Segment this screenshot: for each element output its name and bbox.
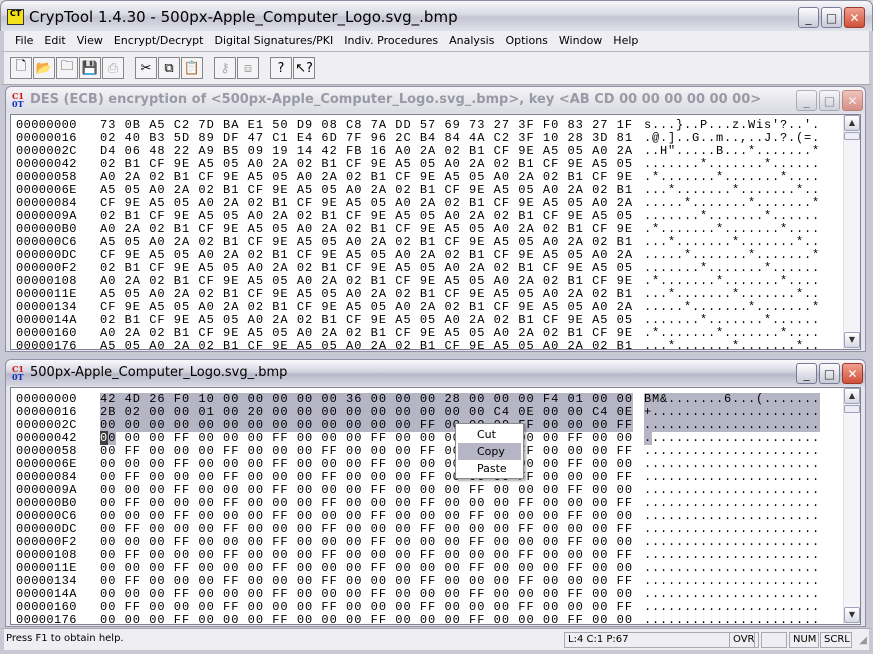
cryptool-app-icon: CT	[7, 9, 24, 25]
save-button[interactable]: 💾	[79, 57, 101, 79]
cut-button[interactable]: ✂	[135, 57, 157, 79]
help-button[interactable]: ?	[270, 57, 292, 79]
scroll-down-arrow-icon[interactable]: ▼	[844, 332, 860, 348]
key-icon: ⚷	[220, 60, 230, 76]
menu-help[interactable]: Help	[608, 31, 643, 51]
scroll-thumb[interactable]	[844, 405, 860, 413]
child-minimize-button[interactable]: _	[796, 90, 817, 111]
menu-bar: File Edit View Encrypt/Decrypt Digital Signa…	[0, 31, 873, 52]
close-button[interactable]: ✕	[844, 7, 865, 28]
row-ascii[interactable]: ......................	[644, 614, 820, 625]
status-caps	[761, 632, 787, 648]
minimize-button[interactable]: _	[798, 7, 819, 28]
child-close-button[interactable]: ✕	[842, 90, 863, 111]
help-icon: ?	[277, 60, 285, 76]
child-window-title: DES (ECB) encryption of <500px-Apple_Com…	[30, 92, 762, 107]
key-button[interactable]: ⚷	[214, 57, 236, 79]
child-close-button[interactable]: ✕	[842, 363, 863, 384]
child-titlebar[interactable]: C1 0T 500px-Apple_Computer_Logo.svg_.bmp …	[6, 360, 865, 386]
resize-grip-icon[interactable]: ◢	[859, 635, 867, 646]
menu-edit[interactable]: Edit	[39, 31, 70, 51]
hex-document-icon: C1 0T	[12, 364, 24, 382]
status-ovr: OVR	[729, 632, 759, 648]
child-maximize-button[interactable]: □	[819, 90, 840, 111]
open-folder-icon: 🗀	[60, 59, 74, 74]
open-folder-button[interactable]: 🗀	[56, 57, 78, 79]
scroll-up-arrow-icon[interactable]: ▲	[844, 388, 860, 404]
cut-icon: ✂	[140, 60, 152, 76]
table-row[interactable]: 00000176 00 00 00 FF 00 00 00 FF 00 00 00…	[11, 614, 841, 625]
status-num: NUM	[789, 632, 819, 648]
print-icon: ⎙	[107, 60, 119, 76]
row-hex-bytes[interactable]: 00 00 00 FF 00 00 00 FF 00 00 00 FF 00 0…	[100, 614, 633, 625]
table-row[interactable]: 00000176 A5 05 A0 2A 02 B1 CF 9E A5 05 A0…	[11, 340, 841, 350]
toolbar-separator	[260, 57, 270, 84]
status-cursor-position: L:4 C:1 P:67	[564, 632, 755, 648]
child-window-title: 500px-Apple_Computer_Logo.svg_.bmp	[30, 365, 288, 380]
context-menu-paste[interactable]: Paste	[458, 460, 521, 477]
row-offset: 00000176	[16, 613, 77, 625]
row-offset: 00000176	[16, 339, 77, 350]
row-hex-bytes[interactable]: A5 05 A0 2A 02 B1 CF 9E A5 05 A0 2A 02 B…	[100, 340, 633, 350]
des-encryption-window[interactable]: C1 0T DES (ECB) encryption of <500px-Appl…	[5, 86, 866, 352]
menu-analysis[interactable]: Analysis	[444, 31, 499, 51]
app-titlebar: CT CrypTool 1.4.30 - 500px-Apple_Compute…	[0, 0, 873, 31]
status-scrl: SCRL	[820, 632, 852, 648]
toolbar-separator	[204, 57, 214, 84]
cursor-char[interactable]: .	[644, 431, 653, 445]
status-help-text: Press F1 to obtain help.	[6, 633, 124, 644]
cursor-byte[interactable]: 00	[100, 431, 117, 445]
window-icon: ⧈	[243, 60, 253, 76]
menu-options[interactable]: Options	[500, 31, 552, 51]
paste-icon: 📋	[183, 60, 201, 76]
copy-icon: ⧉	[164, 60, 174, 76]
hex-editor[interactable]: 00000000 42 4D 26 F0 10 00 00 00 00 00 36…	[10, 387, 861, 625]
menu-window[interactable]: Window	[554, 31, 607, 51]
new-icon: 🗋	[15, 59, 27, 74]
context-menu: Cut Copy Paste	[455, 423, 524, 479]
menu-view[interactable]: View	[72, 31, 108, 51]
vertical-scrollbar[interactable]: ▲ ▼	[843, 388, 860, 624]
menu-digital-signatures-pki[interactable]: Digital Signatures/PKI	[209, 31, 338, 51]
row-ascii[interactable]: ...*.......*.......*..	[644, 340, 820, 350]
scroll-down-arrow-icon[interactable]: ▼	[844, 607, 860, 623]
window-button[interactable]: ⧈	[237, 57, 259, 79]
context-menu-copy[interactable]: Copy	[458, 443, 521, 460]
copy-button[interactable]: ⧉	[158, 57, 180, 79]
status-bar: Press F1 to obtain help. L:4 C:1 P:67 OV…	[0, 628, 873, 654]
scroll-up-arrow-icon[interactable]: ▲	[844, 115, 860, 131]
child-minimize-button[interactable]: _	[796, 363, 817, 384]
hex-editor[interactable]: 00000000 73 0B A5 C2 7D BA E1 50 D9 08 C8…	[10, 114, 861, 350]
menu-file[interactable]: File	[10, 31, 38, 51]
menu-indiv-procedures[interactable]: Indiv. Procedures	[339, 31, 443, 51]
hex-document-icon: C1 0T	[12, 91, 24, 109]
save-icon: 💾	[81, 60, 99, 76]
app-title: CrypTool 1.4.30 - 500px-Apple_Computer_L…	[29, 8, 458, 26]
child-titlebar[interactable]: C1 0T DES (ECB) encryption of <500px-Appl…	[6, 87, 865, 113]
maximize-button[interactable]: □	[821, 7, 842, 28]
context-menu-cut[interactable]: Cut	[458, 426, 521, 443]
scroll-thumb[interactable]	[844, 132, 860, 140]
toolbar: 🗋 📂 🗀 💾 ⎙ ✂ ⧉ 📋 ⚷ ⧈? ↖?	[0, 52, 873, 85]
new-button[interactable]: 🗋	[10, 57, 32, 79]
menu-encrypt-decrypt[interactable]: Encrypt/Decrypt	[109, 31, 209, 51]
open-icon: 📂	[35, 60, 53, 76]
bitmap-hex-window[interactable]: C1 0T 500px-Apple_Computer_Logo.svg_.bmp …	[5, 359, 866, 627]
child-maximize-button[interactable]: □	[819, 363, 840, 384]
print-button[interactable]: ⎙	[102, 57, 124, 79]
open-button[interactable]: 📂	[33, 57, 55, 79]
vertical-scrollbar[interactable]: ▲ ▼	[843, 115, 860, 349]
toolbar-separator	[125, 57, 135, 84]
paste-button[interactable]: 📋	[181, 57, 203, 79]
context-help-icon: ↖?	[295, 60, 313, 76]
context-help-button[interactable]: ↖?	[293, 57, 315, 79]
